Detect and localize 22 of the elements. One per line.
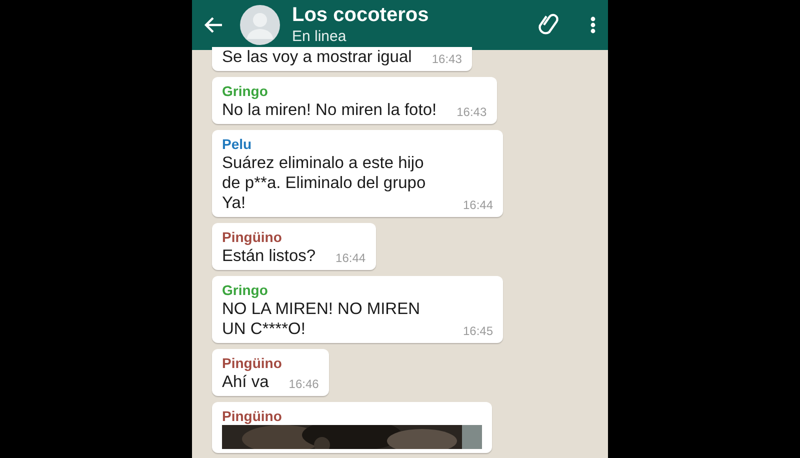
sender-name: Gringo: [222, 281, 269, 299]
message-time: 16:46: [288, 376, 319, 392]
sender-name: Pingüino: [222, 407, 283, 425]
message-text: Están listos?: [222, 246, 316, 266]
message-text: Suárez eliminalo a este hijo de p**a. Eliminalo del grupo Ya!: [222, 153, 427, 213]
sender-name: Pingüino: [222, 354, 283, 372]
message-time: 16:45: [462, 323, 493, 339]
chat-title: Los cocoteros: [292, 3, 430, 28]
message-time: 16:43: [430, 51, 462, 67]
message-text: NO LA MIREN! NO MIREN UN C****O!: [222, 299, 422, 339]
sender-name: Pelu: [222, 135, 253, 153]
message-time: 16:44: [462, 197, 493, 213]
message-text: Se las voy a mostrar igual: [222, 47, 412, 67]
message-text: No la miren! No miren la foto!: [222, 100, 437, 120]
message-text: Ahí va: [222, 372, 269, 392]
sender-name: Pingüino: [222, 228, 283, 246]
message-time: 16:43: [456, 104, 487, 120]
sender-name: Gringo: [222, 82, 269, 100]
menu-icon[interactable]: [590, 16, 596, 34]
back-icon[interactable]: [204, 16, 224, 34]
chat-status: En linea: [292, 28, 348, 47]
message-time: 16:44: [334, 250, 366, 266]
